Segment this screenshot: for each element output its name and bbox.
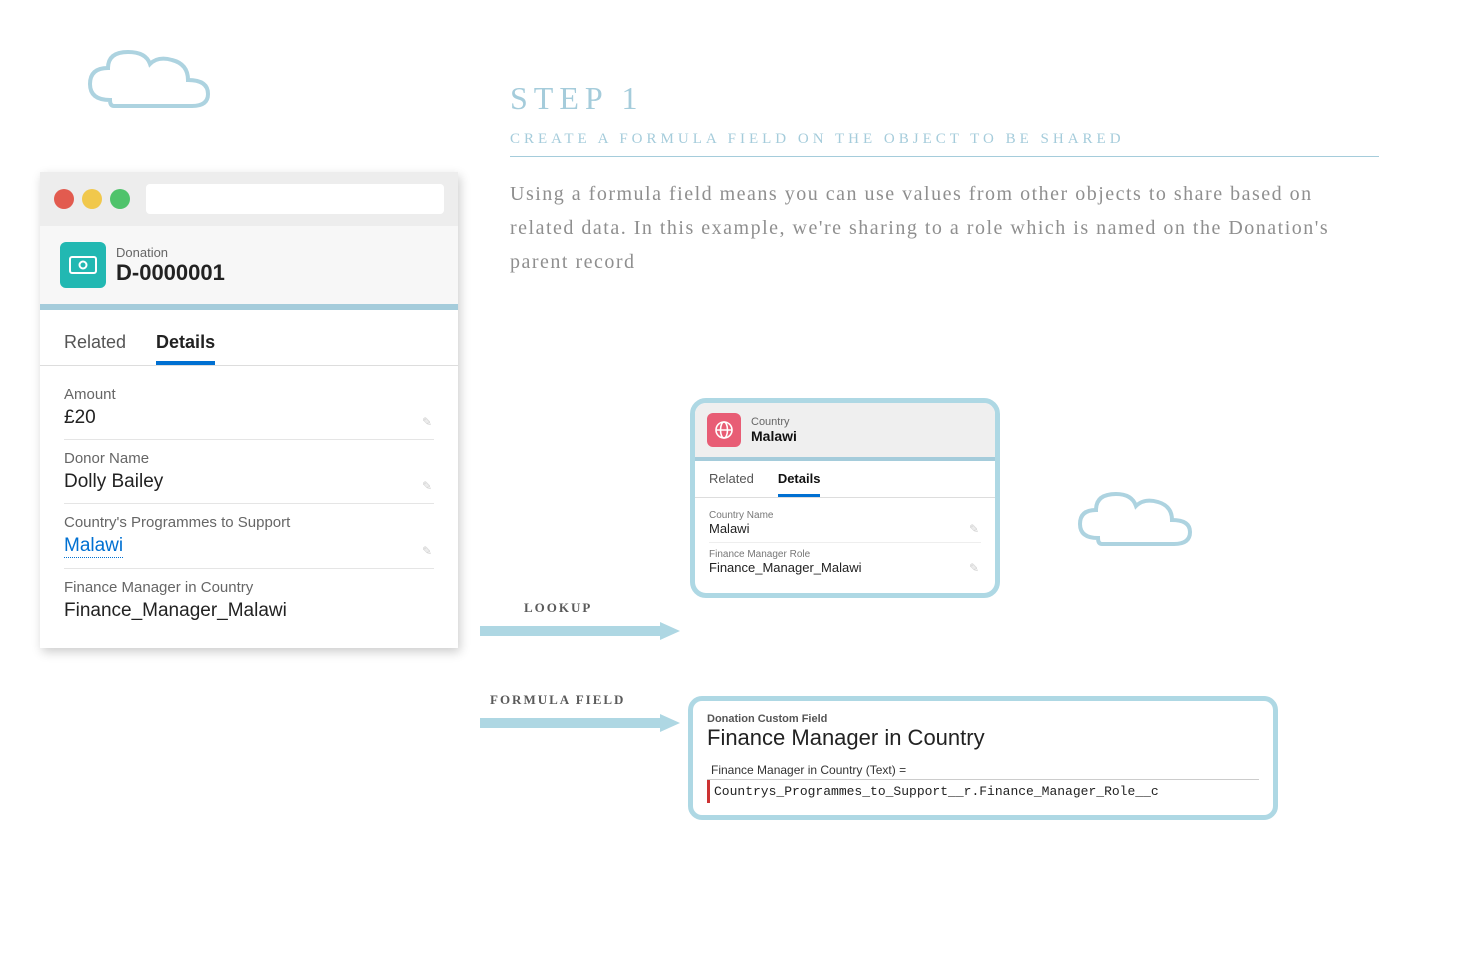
country-header: Country Malawi (695, 403, 995, 461)
globe-icon (707, 413, 741, 447)
field-country-lookup: Country's Programmes to Support Malawi ✎ (64, 504, 434, 569)
tab-related[interactable]: Related (709, 471, 754, 497)
browser-chrome (40, 172, 458, 226)
formula-meta: Donation Custom Field (707, 713, 1259, 725)
url-bar[interactable] (146, 184, 444, 214)
formula-field-label: FORMULA FIELD (490, 692, 625, 708)
lookup-label: LOOKUP (524, 600, 592, 616)
formula-expression: Countrys_Programmes_to_Support__r.Financ… (707, 780, 1259, 803)
country-tabs: Related Details (695, 461, 995, 498)
lookup-link[interactable]: Malawi (64, 535, 123, 558)
donation-record-card: Donation D-0000001 Related Details Amoun… (40, 172, 458, 648)
arrow-formula (480, 712, 680, 734)
edit-icon[interactable]: ✎ (422, 415, 432, 429)
field-label: Finance Manager Role (709, 549, 981, 560)
field-finance-manager: Finance Manager in Country Finance_Manag… (64, 569, 434, 632)
window-min-dot (82, 189, 102, 209)
cloud-icon (80, 40, 230, 125)
tab-details[interactable]: Details (778, 471, 821, 497)
field-value: £20 (64, 407, 434, 429)
field-value: Finance_Manager_Malawi (64, 600, 434, 622)
field-value: Finance_Manager_Malawi (709, 560, 981, 575)
formula-title: Finance Manager in Country (707, 725, 1259, 751)
cloud-icon (1070, 480, 1210, 565)
field-value: Malawi (709, 521, 981, 536)
formula-equation-label: Finance Manager in Country (Text) = (707, 761, 1259, 780)
field-donor-name: Donor Name Dolly Bailey ✎ (64, 440, 434, 504)
field-finance-role: Finance Manager Role Finance_Manager_Mal… (709, 543, 981, 581)
field-label: Country's Programmes to Support (64, 514, 434, 531)
window-max-dot (110, 189, 130, 209)
edit-icon[interactable]: ✎ (422, 544, 432, 558)
field-label: Donor Name (64, 450, 434, 467)
window-close-dot (54, 189, 74, 209)
country-record-card: Country Malawi Related Details Country N… (690, 398, 1000, 598)
step-title: STEP 1 (510, 80, 1379, 117)
step-description: Using a formula field means you can use … (510, 177, 1340, 279)
field-label: Amount (64, 386, 434, 403)
step-subtitle: CREATE A FORMULA FIELD ON THE OBJECT TO … (510, 131, 1379, 157)
donation-tabs: Related Details (40, 310, 458, 366)
donation-icon (60, 242, 106, 288)
record-name: D-0000001 (116, 260, 225, 286)
field-label: Finance Manager in Country (64, 579, 434, 596)
edit-icon[interactable]: ✎ (969, 522, 979, 536)
edit-icon[interactable]: ✎ (422, 479, 432, 493)
field-value: Dolly Bailey (64, 471, 434, 493)
field-amount: Amount £20 ✎ (64, 376, 434, 440)
record-name: Malawi (751, 428, 797, 444)
object-label: Country (751, 416, 797, 428)
record-header: Donation D-0000001 (40, 226, 458, 310)
edit-icon[interactable]: ✎ (969, 561, 979, 575)
step-header: STEP 1 CREATE A FORMULA FIELD ON THE OBJ… (510, 80, 1379, 279)
object-label: Donation (116, 245, 225, 260)
field-label: Country Name (709, 510, 981, 521)
country-fields: Country Name Malawi ✎ Finance Manager Ro… (695, 498, 995, 593)
field-country-name: Country Name Malawi ✎ (709, 504, 981, 543)
arrow-lookup (480, 620, 680, 642)
tab-related[interactable]: Related (64, 326, 126, 365)
tab-details[interactable]: Details (156, 326, 215, 365)
formula-definition-card: Donation Custom Field Finance Manager in… (688, 696, 1278, 820)
donation-fields: Amount £20 ✎ Donor Name Dolly Bailey ✎ C… (40, 366, 458, 648)
